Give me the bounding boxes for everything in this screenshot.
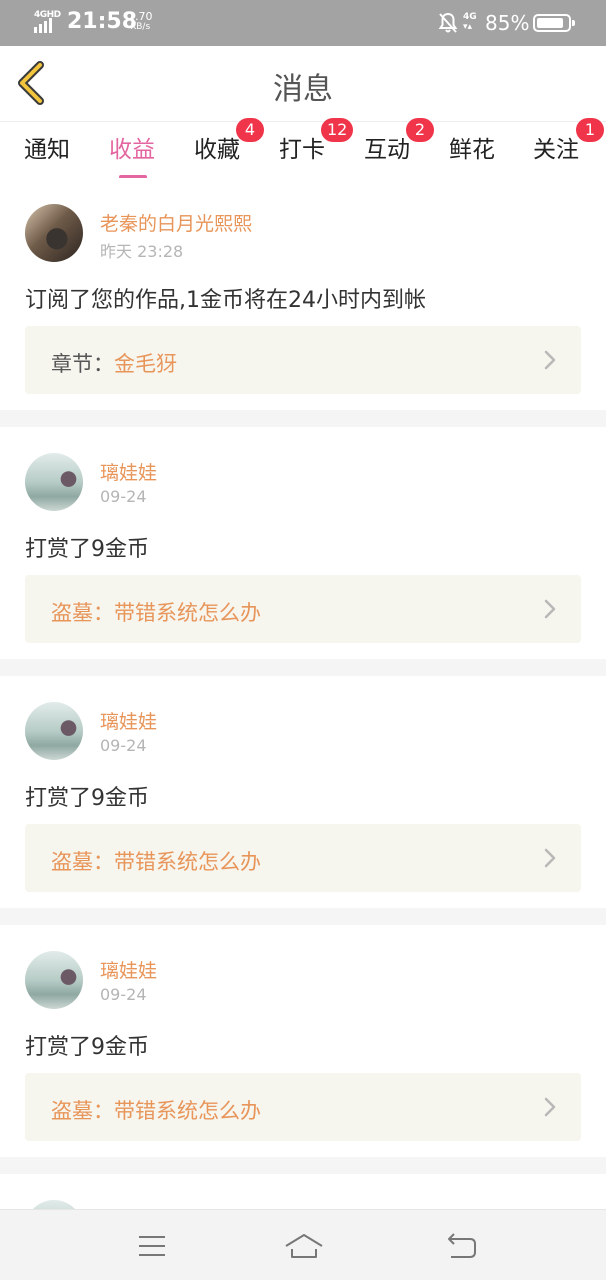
divider — [0, 410, 606, 427]
message-time: 09-24 — [100, 487, 147, 506]
tab-label: 打卡 — [279, 137, 325, 163]
work-reference-card[interactable]: 盗墓：带错系统怎么办 — [25, 575, 581, 643]
menu-icon[interactable] — [136, 1230, 168, 1262]
data-arrows-icon: ▾▴ — [463, 22, 473, 32]
network-speed: 1.70 KB/s — [128, 11, 153, 33]
tab-notifications[interactable]: 通知 — [24, 130, 70, 174]
bell-muted-icon — [438, 12, 458, 33]
work-reference-card[interactable]: 章节：金毛犽 — [25, 326, 581, 394]
avatar[interactable] — [25, 702, 83, 760]
battery-level — [537, 18, 563, 28]
tab-label: 鲜花 — [449, 137, 495, 163]
battery-icon — [533, 14, 575, 32]
message-list: 老秦的白月光熙熙 昨天 23:28 订阅了您的作品,1金币将在24小时内到帐 章… — [0, 178, 606, 1234]
message-item: 老秦的白月光熙熙 昨天 23:28 订阅了您的作品,1金币将在24小时内到帐 章… — [0, 178, 606, 410]
tab-favorites[interactable]: 收藏 4 — [194, 118, 264, 174]
chevron-right-icon — [544, 599, 556, 619]
network-label: 4GHD — [34, 10, 61, 20]
message-time: 昨天 23:28 — [100, 242, 184, 261]
status-bar: 4GHD 21:58 1.70 KB/s 4G ▾▴ 85% — [0, 0, 606, 46]
message-item: 璃娃娃 09-24 打赏了9金币 盗墓：带错系统怎么办 — [0, 925, 606, 1157]
home-icon[interactable] — [284, 1230, 324, 1262]
chevron-right-icon — [544, 1097, 556, 1117]
tab-label: 收益 — [109, 137, 155, 163]
mobile-data-indicator: 4G ▾▴ — [463, 12, 477, 32]
battery-percent: 85% — [485, 11, 530, 35]
reference-title: 带错系统怎么办 — [114, 1099, 261, 1123]
reference-prefix: 盗墓： — [51, 850, 114, 874]
username[interactable]: 璃娃娃 — [100, 956, 157, 983]
unread-badge: 4 — [236, 118, 264, 142]
page-title: 消息 — [273, 72, 333, 107]
message-item: 璃娃娃 09-24 打赏了9金币 盗墓：带错系统怎么办 — [0, 676, 606, 908]
reference-text: 盗墓：带错系统怎么办 — [51, 1095, 261, 1125]
tab-follow[interactable]: 关注 1 — [533, 118, 604, 174]
chevron-right-icon — [544, 848, 556, 868]
tab-label: 通知 — [24, 137, 70, 163]
message-text: 打赏了9金币 — [25, 1035, 149, 1060]
work-reference-card[interactable]: 盗墓：带错系统怎么办 — [25, 1073, 581, 1141]
unread-badge: 2 — [406, 118, 434, 142]
tab-checkin[interactable]: 打卡 12 — [279, 118, 354, 174]
username[interactable]: 老秦的白月光熙熙 — [100, 209, 252, 236]
message-time: 09-24 — [100, 985, 147, 1004]
tab-label: 互动 — [364, 137, 410, 163]
speed-value: 1.70 — [128, 10, 153, 23]
reference-prefix: 盗墓： — [51, 601, 114, 625]
tab-label: 收藏 — [194, 137, 240, 163]
divider — [0, 908, 606, 925]
message-time: 09-24 — [100, 736, 147, 755]
reference-title: 带错系统怎么办 — [114, 850, 261, 874]
reference-prefix: 章节： — [51, 352, 114, 376]
chevron-right-icon — [544, 350, 556, 370]
system-nav-bar — [0, 1209, 606, 1280]
back-icon[interactable] — [446, 1230, 478, 1262]
app-header: 消息 — [0, 46, 606, 122]
message-text: 订阅了您的作品,1金币将在24小时内到帐 — [25, 288, 426, 313]
message-text: 打赏了9金币 — [25, 786, 149, 811]
avatar[interactable] — [25, 951, 83, 1009]
reference-title: 带错系统怎么办 — [114, 601, 261, 625]
tab-bar: 通知 收益 收藏 4 打卡 12 互动 2 鲜花 关注 1 — [0, 118, 606, 179]
reference-title: 金毛犽 — [114, 352, 177, 376]
tab-flowers[interactable]: 鲜花 — [449, 130, 495, 174]
reference-text: 盗墓：带错系统怎么办 — [51, 597, 261, 627]
reference-text: 章节：金毛犽 — [51, 348, 177, 378]
divider — [0, 659, 606, 676]
username[interactable]: 璃娃娃 — [100, 458, 157, 485]
speed-unit: KB/s — [130, 22, 151, 32]
unread-badge: 1 — [576, 118, 604, 142]
username[interactable]: 璃娃娃 — [100, 707, 157, 734]
tab-earnings[interactable]: 收益 — [109, 130, 155, 179]
avatar[interactable] — [25, 204, 83, 262]
avatar[interactable] — [25, 453, 83, 511]
reference-prefix: 盗墓： — [51, 1099, 114, 1123]
mobile-data-label: 4G — [463, 12, 477, 22]
signal-icon: 4GHD — [34, 10, 61, 33]
tab-interaction[interactable]: 互动 2 — [364, 118, 434, 174]
status-time: 21:58 — [67, 9, 138, 34]
work-reference-card[interactable]: 盗墓：带错系统怎么办 — [25, 824, 581, 892]
message-item: 璃娃娃 09-24 打赏了9金币 盗墓：带错系统怎么办 — [0, 427, 606, 659]
divider — [0, 1157, 606, 1174]
message-text: 打赏了9金币 — [25, 537, 149, 562]
unread-badge: 12 — [321, 118, 354, 142]
tab-label: 关注 — [533, 137, 579, 163]
reference-text: 盗墓：带错系统怎么办 — [51, 846, 261, 876]
